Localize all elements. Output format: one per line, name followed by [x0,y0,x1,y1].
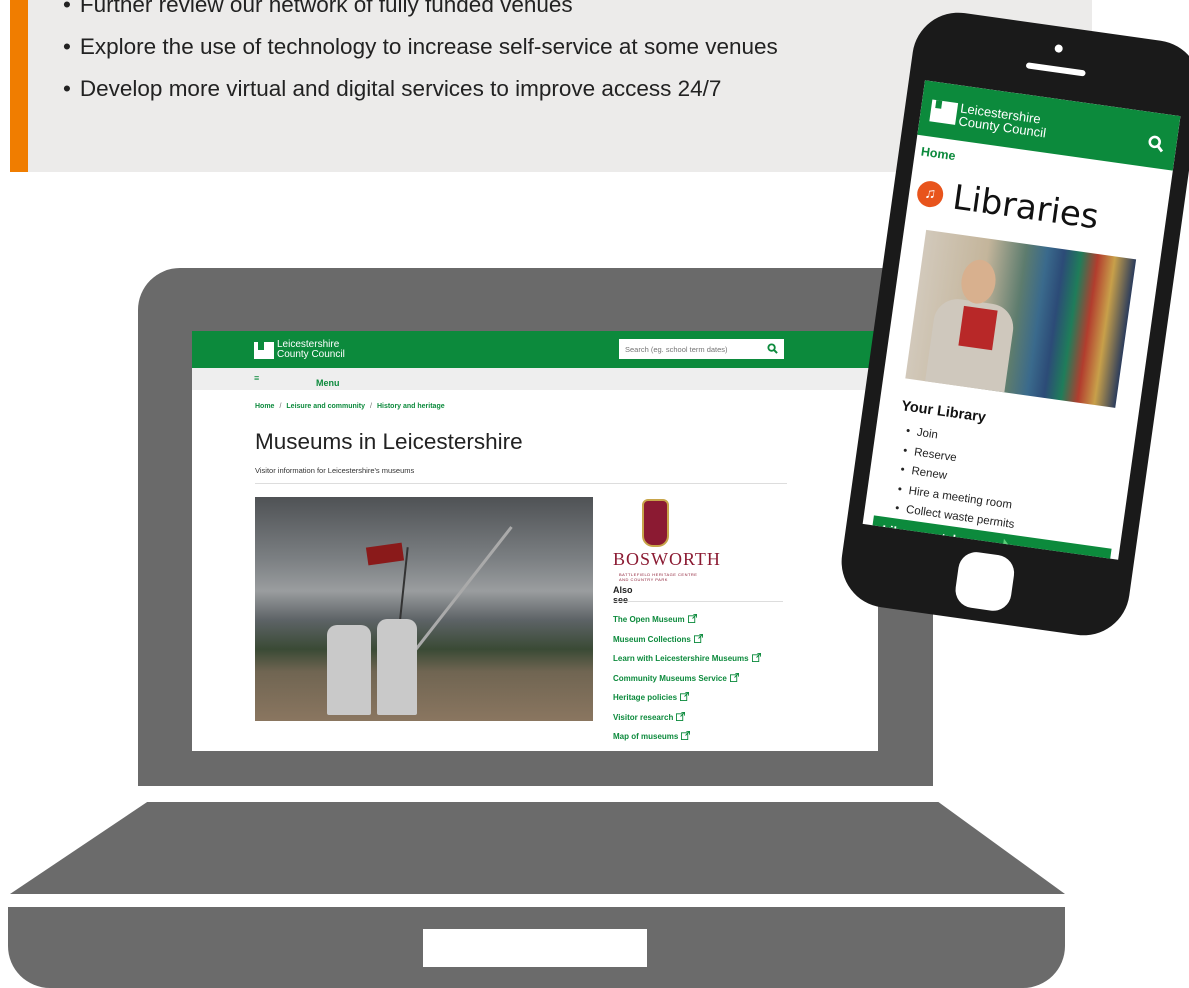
council-logo[interactable]: Leicestershire County Council [254,340,345,360]
bosworth-logo[interactable]: BOSWORTH BATTLEFIELD HERITAGE CENTRE AND … [613,499,720,582]
book-shape [958,305,998,351]
breadcrumb-home[interactable]: Home [255,403,274,410]
link-visitor-research[interactable]: Visitor research [613,711,761,732]
music-note-icon: ♫ [915,179,945,209]
external-link-icon [729,672,739,682]
section-title: Your Library [900,398,987,426]
also-see-links: The Open Museum Museum Collections Learn… [613,614,761,751]
council-logo-icon [254,341,274,359]
info-item: Further review our network of fully fund… [63,0,778,34]
page-title: Museums in Leicestershire [255,429,523,454]
laptop-screen: Leicestershire County Council ≡ Menu Hom… [192,331,878,751]
camera-dot [1054,44,1064,54]
knights-photo [255,497,593,721]
speaker-slot [1025,62,1086,77]
page-title: ♫ Libraries [915,172,1101,238]
chevron-right-icon [1001,538,1012,556]
breadcrumb: Home / Leisure and community / History and h… [255,403,445,410]
search-icon[interactable] [767,343,778,354]
breadcrumb-leisure[interactable]: Leisure and community [286,403,365,410]
info-list: Further review our network of fully fund… [63,0,778,118]
breadcrumb-heritage[interactable]: History and heritage [377,403,445,410]
link-museum-collections[interactable]: Museum Collections [613,633,761,654]
external-link-icon [681,731,691,740]
external-link-icon [680,692,690,701]
council-logo[interactable]: Leicestershire County Council [929,98,1049,141]
site-header: Leicestershire County Council [192,331,878,368]
council-logo-icon [929,99,959,125]
accent-bar [10,0,28,172]
link-map-of-museums[interactable]: Map of museums [613,731,761,751]
info-item: Develop more virtual and digital service… [63,76,778,118]
phone-header: Leicestershire County Council [917,80,1181,171]
external-link-icon [751,653,761,662]
link-open-museum[interactable]: The Open Museum [613,614,761,634]
knight-figure [327,625,371,715]
page-subtitle: Visitor information for Leicestershire's… [255,466,415,475]
menu-bar: ≡ Menu [192,368,878,390]
link-learn[interactable]: Learn with Leicestershire Museums [613,653,761,673]
home-link[interactable]: Home [920,144,956,163]
flag-shape [365,542,405,566]
home-button[interactable] [953,549,1017,614]
external-link-icon [676,711,686,721]
trackpad [423,929,647,967]
info-item: Explore the use of technology to increas… [63,34,778,76]
external-link-icon [693,633,703,643]
search-input[interactable] [619,339,769,360]
divider [613,601,783,602]
laptop-keyboard-deck [10,802,1065,894]
knight-figure [377,619,417,715]
crest-icon [642,499,669,547]
external-link-icon [687,614,697,623]
library-photo [905,229,1137,408]
divider [255,483,787,484]
search-box [619,339,784,360]
link-heritage-policies[interactable]: Heritage policies [613,692,761,712]
search-icon[interactable] [1146,134,1165,153]
also-see-heading: Also see [613,585,633,605]
phone-screen: Leicestershire County Council Home ♫ Lib… [862,80,1181,560]
person-face-shape [958,257,999,306]
menu-button[interactable]: ≡ Menu [254,373,340,388]
link-community[interactable]: Community Museums Service [613,672,761,693]
